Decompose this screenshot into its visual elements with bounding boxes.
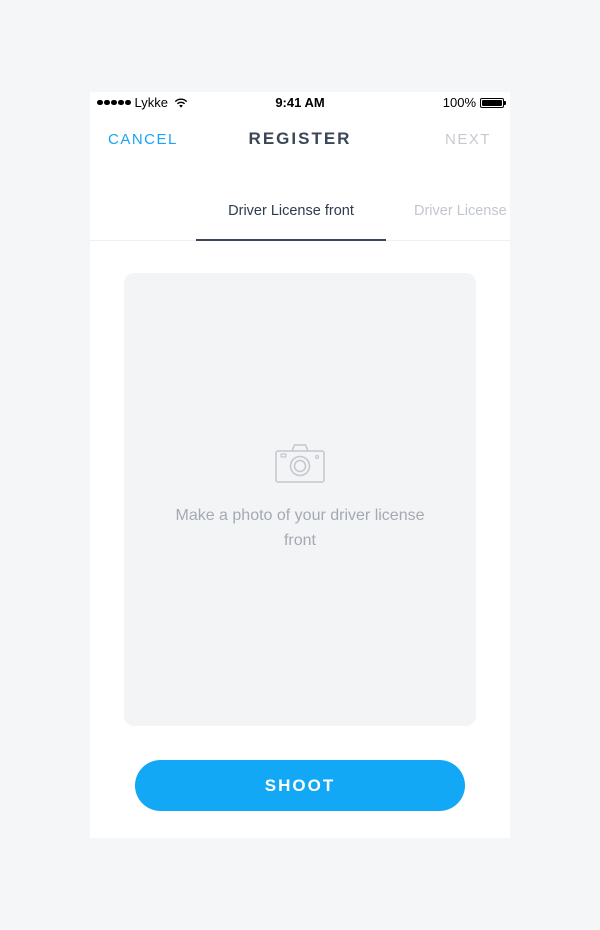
navigation-bar: CANCEL REGISTER NEXT [90, 114, 510, 164]
tab-driver-license-back[interactable]: Driver License back [414, 194, 510, 240]
camera-icon [275, 444, 325, 483]
shoot-button[interactable]: SHOOT [135, 760, 465, 811]
battery-icon [480, 97, 506, 108]
tab-driver-license-front[interactable]: Driver License front [196, 194, 386, 241]
active-tab-indicator [196, 239, 386, 241]
status-bar: Lykke 9:41 AM 100% [90, 92, 510, 114]
status-right: 100% [442, 95, 506, 110]
photo-preview-area[interactable]: Make a photo of your driver license fron… [124, 273, 476, 726]
tab-label: Driver License back [414, 203, 510, 219]
battery-percentage: 100% [442, 95, 476, 110]
phone-screen: Lykke 9:41 AM 100% CANCEL REGISTER NEXT … [90, 92, 510, 838]
next-button[interactable]: NEXT [445, 131, 491, 148]
photo-hint-text: Make a photo of your driver license fron… [175, 507, 425, 549]
document-tabs: Driver License front Driver License back [90, 194, 510, 241]
tab-label: Driver License front [228, 203, 354, 219]
